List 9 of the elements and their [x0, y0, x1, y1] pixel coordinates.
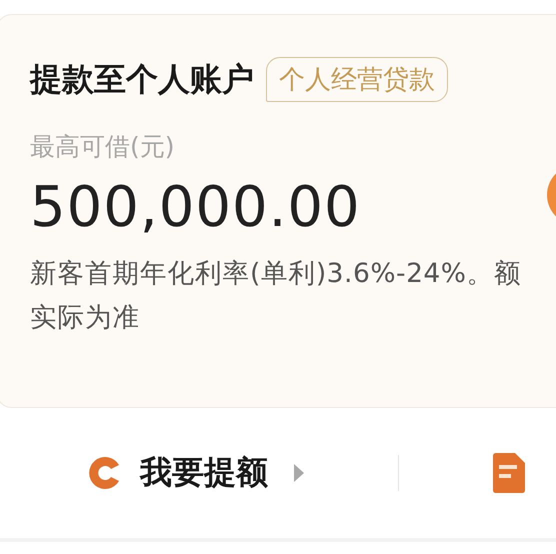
- caret-icon: [292, 462, 306, 484]
- raise-limit-button[interactable]: 我要提额: [86, 451, 306, 495]
- card-title: 提款至个人账户: [30, 58, 254, 100]
- rate-note: 实际为准: [30, 301, 140, 335]
- document-icon[interactable]: [491, 452, 527, 494]
- amount-value: 500,000.00: [30, 175, 361, 240]
- amount-label: 最高可借(元): [30, 131, 176, 163]
- loan-type-tag: 个人经营贷款: [266, 57, 448, 102]
- rate-note: 新客首期年化利率(单利)3.6%-24%。额: [30, 257, 522, 291]
